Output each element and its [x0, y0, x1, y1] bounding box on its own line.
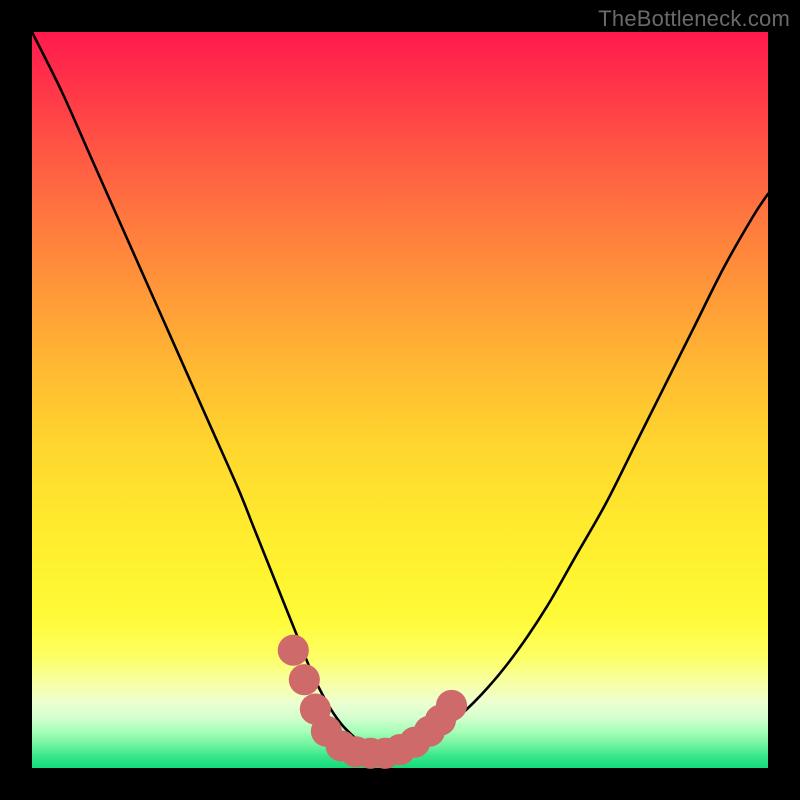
optimal-range-markers [278, 635, 467, 769]
marker-dot [289, 664, 320, 695]
bottleneck-curve [32, 32, 768, 753]
watermark-text: TheBottleneck.com [598, 6, 790, 32]
chart-frame: TheBottleneck.com [0, 0, 800, 800]
marker-dot [436, 690, 467, 721]
curve-layer [32, 32, 768, 768]
marker-dot [278, 635, 309, 666]
plot-area [32, 32, 768, 768]
